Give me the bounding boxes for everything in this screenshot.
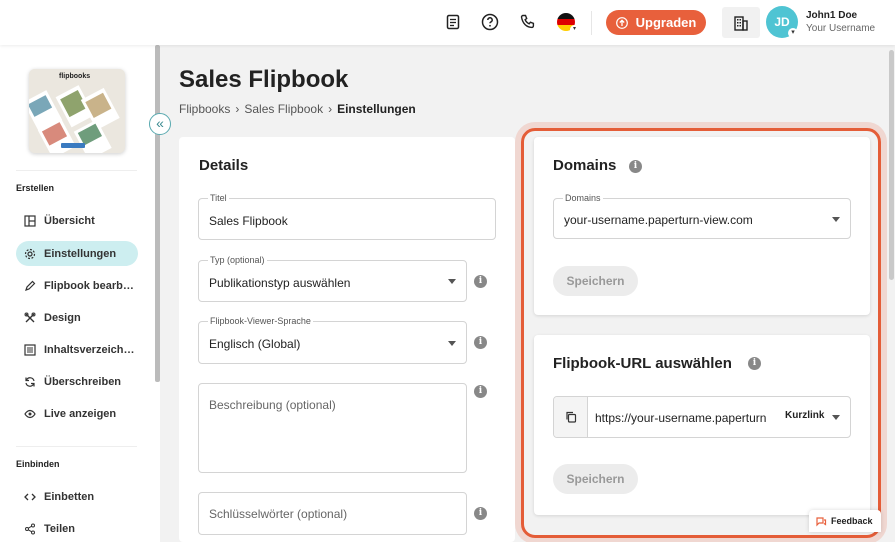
info-icon[interactable]: i xyxy=(474,275,487,288)
highlight-frame xyxy=(521,128,881,538)
arrow-up-icon xyxy=(615,16,628,29)
sidebar-item-label: Teilen xyxy=(44,522,75,535)
upgrade-label: Upgraden xyxy=(635,15,697,30)
sidebar-item-share[interactable]: Teilen xyxy=(16,516,138,541)
sidebar-item-label: Design xyxy=(44,311,81,324)
eye-icon xyxy=(24,409,36,418)
building-icon[interactable] xyxy=(722,7,760,38)
top-bar: ▾ Upgraden JD ▾ John1 Doe Your Username xyxy=(0,0,895,45)
main-scrollbar[interactable] xyxy=(888,45,895,542)
code-icon xyxy=(24,493,36,500)
feedback-label: Feedback xyxy=(831,516,873,526)
feedback-icon xyxy=(816,517,827,527)
language-select-label: Flipbook-Viewer-Sprache xyxy=(208,316,313,326)
tools-icon xyxy=(24,312,36,322)
layout-icon xyxy=(24,214,36,227)
divider xyxy=(16,446,137,447)
upgrade-button[interactable]: Upgraden xyxy=(606,10,706,35)
share-icon xyxy=(25,523,35,534)
keywords-placeholder: Schlüsselwörter (optional) xyxy=(209,507,348,521)
document-icon[interactable] xyxy=(443,12,463,32)
chevron-down-icon: ▾ xyxy=(570,25,579,34)
refresh-icon xyxy=(25,376,35,387)
chevron-down-icon xyxy=(448,340,456,346)
type-select-label: Typ (optional) xyxy=(208,255,267,265)
collapse-sidebar-button[interactable]: « xyxy=(149,113,171,135)
sidebar-item-label: Live anzeigen xyxy=(44,407,117,420)
user-name: John1 Doe xyxy=(806,10,858,21)
sidebar-scrollbar[interactable] xyxy=(155,45,160,382)
sidebar-item-live-view[interactable]: Live anzeigen xyxy=(16,401,138,426)
help-icon[interactable] xyxy=(480,12,500,32)
info-icon[interactable]: i xyxy=(474,336,487,349)
breadcrumb-current: Einstellungen xyxy=(337,102,416,116)
language-select-value: Englisch (Global) xyxy=(209,337,301,351)
sidebar-item-label: Überschreiben xyxy=(44,375,122,388)
chevron-right-icon: › xyxy=(328,102,333,116)
description-placeholder: Beschreibung (optional) xyxy=(209,398,336,412)
pencil-icon xyxy=(25,280,36,291)
feedback-button[interactable]: Feedback xyxy=(809,510,881,532)
chevron-down-icon: ▾ xyxy=(788,28,798,38)
section-heading-embed: Einbinden xyxy=(16,459,60,469)
title-field-value: Sales Flipbook xyxy=(209,214,288,228)
breadcrumb-item[interactable]: Sales Flipbook xyxy=(244,102,323,116)
chevron-down-icon xyxy=(448,279,456,284)
phone-icon[interactable] xyxy=(518,12,538,32)
chevron-right-icon: › xyxy=(235,102,240,116)
sidebar-item-edit-flipbook[interactable]: Flipbook bearb… xyxy=(16,273,138,298)
info-icon[interactable]: i xyxy=(474,385,487,398)
list-icon xyxy=(24,343,36,356)
sidebar: flipbooks Erstellen Übersicht Einstellun… xyxy=(0,45,160,542)
thumbnail-text: flipbooks xyxy=(59,73,90,80)
sidebar-item-toc[interactable]: Inhaltsverzeich… xyxy=(16,337,138,362)
section-heading-create: Erstellen xyxy=(16,183,55,193)
details-card: Details Titel Sales Flipbook Typ (option… xyxy=(179,137,515,542)
breadcrumb-item[interactable]: Flipbooks xyxy=(179,102,230,116)
sidebar-item-label: Übersicht xyxy=(44,214,95,227)
type-select-value: Publikationstyp auswählen xyxy=(209,276,351,290)
gear-icon xyxy=(24,248,36,259)
flipbook-thumbnail: flipbooks xyxy=(29,69,125,153)
sidebar-item-design[interactable]: Design xyxy=(16,305,138,330)
sidebar-item-overview[interactable]: Übersicht xyxy=(16,208,138,233)
sidebar-item-settings[interactable]: Einstellungen xyxy=(16,241,138,266)
sidebar-item-label: Einbetten xyxy=(44,490,95,503)
sidebar-item-label: Flipbook bearb… xyxy=(44,279,134,292)
title-field-label: Titel xyxy=(208,193,229,203)
divider xyxy=(591,11,592,35)
sidebar-item-embed[interactable]: Einbetten xyxy=(16,484,138,509)
title-field[interactable]: Titel Sales Flipbook xyxy=(198,193,496,240)
details-heading: Details xyxy=(199,157,249,174)
type-select[interactable]: Typ (optional) Publikationstyp auswählen xyxy=(198,255,467,302)
user-username: Your Username xyxy=(806,23,876,34)
breadcrumb: Flipbooks › Sales Flipbook › Einstellung… xyxy=(179,102,416,116)
keywords-input[interactable]: Schlüsselwörter (optional) xyxy=(198,492,467,535)
sidebar-item-overwrite[interactable]: Überschreiben xyxy=(16,369,138,394)
info-icon[interactable]: i xyxy=(474,507,487,520)
page-title: Sales Flipbook xyxy=(179,66,349,93)
language-select[interactable]: Flipbook-Viewer-Sprache Englisch (Global… xyxy=(198,316,467,364)
description-textarea[interactable]: Beschreibung (optional) xyxy=(198,383,467,473)
sidebar-item-label: Inhaltsverzeich… xyxy=(44,343,135,356)
divider xyxy=(16,170,137,171)
sidebar-item-label: Einstellungen xyxy=(44,247,117,260)
